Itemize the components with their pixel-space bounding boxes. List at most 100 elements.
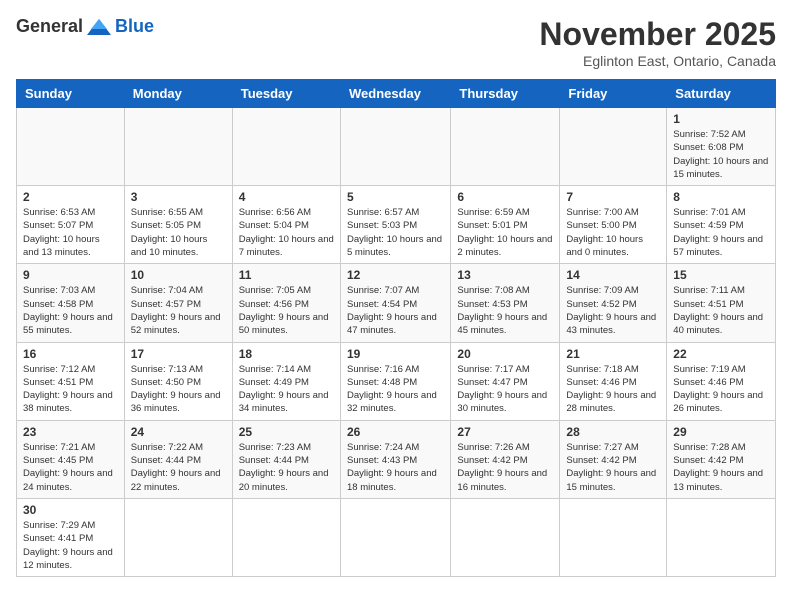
day-number: 8 [673,190,769,204]
day-number: 28 [566,425,660,439]
day-number: 15 [673,268,769,282]
calendar-cell [560,108,667,186]
calendar-week-row: 9 Sunrise: 7:03 AM Sunset: 4:58 PM Daylig… [17,264,776,342]
day-number: 1 [673,112,769,126]
day-number: 11 [239,268,334,282]
col-header-thursday: Thursday [451,80,560,108]
calendar-cell: 22Sunrise: 7:19 AM Sunset: 4:46 PM Dayli… [667,342,776,420]
day-info: Sunrise: 7:12 AM Sunset: 4:51 PM Dayligh… [23,363,118,416]
day-number: 30 [23,503,118,517]
col-header-monday: Monday [124,80,232,108]
calendar-cell [451,498,560,576]
calendar-cell: 4 Sunrise: 6:56 AM Sunset: 5:04 PM Daylig… [232,186,340,264]
day-info: Sunrise: 7:14 AM Sunset: 4:49 PM Dayligh… [239,363,334,416]
calendar-cell: 25 Sunrise: 7:23 AM Sunset: 4:44 PM Dayli… [232,420,340,498]
day-number: 27 [457,425,553,439]
calendar-cell [17,108,125,186]
day-number: 22 [673,347,769,361]
calendar-cell [340,498,450,576]
day-info: Sunrise: 7:26 AM Sunset: 4:42 PM Dayligh… [457,441,553,494]
day-number: 7 [566,190,660,204]
day-number: 10 [131,268,226,282]
day-info: Sunrise: 7:23 AM Sunset: 4:44 PM Dayligh… [239,441,334,494]
day-info: Sunrise: 6:56 AM Sunset: 5:04 PM Dayligh… [239,206,334,259]
day-info: Sunrise: 7:07 AM Sunset: 4:54 PM Dayligh… [347,284,444,337]
day-info: Sunrise: 7:17 AM Sunset: 4:47 PM Dayligh… [457,363,553,416]
col-header-sunday: Sunday [17,80,125,108]
calendar-cell: 26Sunrise: 7:24 AM Sunset: 4:43 PM Dayli… [340,420,450,498]
calendar-cell: 10Sunrise: 7:04 AM Sunset: 4:57 PM Dayli… [124,264,232,342]
day-number: 14 [566,268,660,282]
day-number: 6 [457,190,553,204]
day-info: Sunrise: 7:03 AM Sunset: 4:58 PM Dayligh… [23,284,118,337]
calendar-week-row: 30Sunrise: 7:29 AM Sunset: 4:41 PM Dayli… [17,498,776,576]
day-info: Sunrise: 7:08 AM Sunset: 4:53 PM Dayligh… [457,284,553,337]
day-number: 25 [239,425,334,439]
day-number: 12 [347,268,444,282]
calendar-cell: 29Sunrise: 7:28 AM Sunset: 4:42 PM Dayli… [667,420,776,498]
calendar-cell [667,498,776,576]
calendar-week-row: 23 Sunrise: 7:21 AM Sunset: 4:45 PM Dayli… [17,420,776,498]
day-info: Sunrise: 7:18 AM Sunset: 4:46 PM Dayligh… [566,363,660,416]
calendar-cell: 27 Sunrise: 7:26 AM Sunset: 4:42 PM Dayli… [451,420,560,498]
calendar-cell: 24Sunrise: 7:22 AM Sunset: 4:44 PM Dayli… [124,420,232,498]
day-info: Sunrise: 7:16 AM Sunset: 4:48 PM Dayligh… [347,363,444,416]
day-number: 2 [23,190,118,204]
calendar-week-row: 2 Sunrise: 6:53 AM Sunset: 5:07 PM Daylig… [17,186,776,264]
logo-blue-text: Blue [115,16,154,37]
day-info: Sunrise: 6:53 AM Sunset: 5:07 PM Dayligh… [23,206,118,259]
calendar-cell: 15 Sunrise: 7:11 AM Sunset: 4:51 PM Dayli… [667,264,776,342]
calendar-cell: 6 Sunrise: 6:59 AM Sunset: 5:01 PM Daylig… [451,186,560,264]
calendar-cell: 18 Sunrise: 7:14 AM Sunset: 4:49 PM Dayli… [232,342,340,420]
day-info: Sunrise: 7:11 AM Sunset: 4:51 PM Dayligh… [673,284,769,337]
calendar-cell: 1Sunrise: 7:52 AM Sunset: 6:08 PM Daylig… [667,108,776,186]
calendar-cell [232,108,340,186]
day-number: 23 [23,425,118,439]
day-number: 4 [239,190,334,204]
subtitle: Eglinton East, Ontario, Canada [539,53,776,69]
calendar-cell: 11 Sunrise: 7:05 AM Sunset: 4:56 PM Dayli… [232,264,340,342]
day-info: Sunrise: 7:09 AM Sunset: 4:52 PM Dayligh… [566,284,660,337]
calendar-cell: 14 Sunrise: 7:09 AM Sunset: 4:52 PM Dayli… [560,264,667,342]
day-number: 18 [239,347,334,361]
month-title: November 2025 [539,16,776,53]
day-info: Sunrise: 7:01 AM Sunset: 4:59 PM Dayligh… [673,206,769,259]
day-number: 17 [131,347,226,361]
calendar-cell: 30Sunrise: 7:29 AM Sunset: 4:41 PM Dayli… [17,498,125,576]
day-info: Sunrise: 7:28 AM Sunset: 4:42 PM Dayligh… [673,441,769,494]
calendar-cell [340,108,450,186]
calendar-cell [124,108,232,186]
day-number: 24 [131,425,226,439]
calendar-cell [232,498,340,576]
day-info: Sunrise: 7:05 AM Sunset: 4:56 PM Dayligh… [239,284,334,337]
day-info: Sunrise: 7:13 AM Sunset: 4:50 PM Dayligh… [131,363,226,416]
page-header: General Blue November 2025 Eglinton East… [16,16,776,69]
day-info: Sunrise: 6:59 AM Sunset: 5:01 PM Dayligh… [457,206,553,259]
day-number: 9 [23,268,118,282]
calendar-week-row: 1Sunrise: 7:52 AM Sunset: 6:08 PM Daylig… [17,108,776,186]
col-header-friday: Friday [560,80,667,108]
calendar-cell [560,498,667,576]
day-number: 20 [457,347,553,361]
day-info: Sunrise: 6:57 AM Sunset: 5:03 PM Dayligh… [347,206,444,259]
day-number: 13 [457,268,553,282]
calendar-cell: 13 Sunrise: 7:08 AM Sunset: 4:53 PM Dayli… [451,264,560,342]
calendar-cell: 8 Sunrise: 7:01 AM Sunset: 4:59 PM Daylig… [667,186,776,264]
calendar-cell: 12 Sunrise: 7:07 AM Sunset: 4:54 PM Dayli… [340,264,450,342]
logo-area: General Blue [16,16,154,37]
day-number: 16 [23,347,118,361]
day-info: Sunrise: 7:21 AM Sunset: 4:45 PM Dayligh… [23,441,118,494]
logo-general-text: General [16,16,83,37]
calendar-cell: 9 Sunrise: 7:03 AM Sunset: 4:58 PM Daylig… [17,264,125,342]
day-number: 19 [347,347,444,361]
logo-icon [85,17,113,37]
calendar-header-row: SundayMondayTuesdayWednesdayThursdayFrid… [17,80,776,108]
calendar-table: SundayMondayTuesdayWednesdayThursdayFrid… [16,79,776,577]
day-number: 3 [131,190,226,204]
calendar-cell: 7Sunrise: 7:00 AM Sunset: 5:00 PM Daylig… [560,186,667,264]
day-info: Sunrise: 7:27 AM Sunset: 4:42 PM Dayligh… [566,441,660,494]
title-area: November 2025 Eglinton East, Ontario, Ca… [539,16,776,69]
col-header-wednesday: Wednesday [340,80,450,108]
day-info: Sunrise: 7:24 AM Sunset: 4:43 PM Dayligh… [347,441,444,494]
calendar-cell: 2 Sunrise: 6:53 AM Sunset: 5:07 PM Daylig… [17,186,125,264]
